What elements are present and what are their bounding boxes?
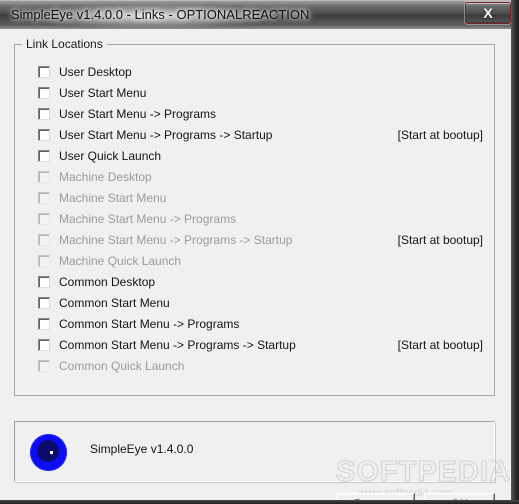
link-location-label: Common Start Menu xyxy=(59,296,170,310)
groupbox-legend: Link Locations xyxy=(22,37,107,51)
link-location-row: Common Quick Launch xyxy=(14,356,495,377)
checkbox xyxy=(38,234,50,246)
close-button[interactable]: X xyxy=(465,2,511,24)
link-location-row[interactable]: User Quick Launch xyxy=(14,146,495,167)
close-icon: X xyxy=(483,5,493,21)
link-locations-list: User Desktop User Start Menu User Start Me… xyxy=(14,62,495,377)
checkbox xyxy=(38,171,50,183)
checkbox xyxy=(38,255,50,267)
link-location-row[interactable]: Common Desktop xyxy=(14,272,495,293)
link-location-label: User Start Menu xyxy=(59,86,147,100)
link-location-row[interactable]: Common Start Menu -> Programs xyxy=(14,314,495,335)
window-frame-right xyxy=(511,0,519,504)
title-bar: SimpleEye v1.4.0.0 - Links - OPTIONALREA… xyxy=(0,0,519,29)
application-window: SimpleEye v1.4.0.0 - Links - OPTIONALREA… xyxy=(0,0,519,504)
link-location-label: Machine Start Menu -> Programs -> Startu… xyxy=(59,233,293,247)
checkbox[interactable] xyxy=(38,276,50,288)
window-title: SimpleEye v1.4.0.0 - Links - OPTIONALREA… xyxy=(11,7,310,22)
link-location-row[interactable]: User Desktop xyxy=(14,62,495,83)
start-at-bootup-label: [Start at bootup] xyxy=(397,128,483,142)
checkbox[interactable] xyxy=(38,318,50,330)
client-area: Link Locations User Desktop User Start Me… xyxy=(0,29,512,504)
eye-glint xyxy=(50,451,53,454)
link-location-row: Machine Start Menu xyxy=(14,188,495,209)
checkbox xyxy=(38,360,50,372)
link-location-label: Machine Quick Launch xyxy=(59,254,182,268)
link-location-row[interactable]: User Start Menu -> Programs xyxy=(14,104,495,125)
blue-eye-icon xyxy=(30,434,67,471)
link-location-label: User Desktop xyxy=(59,65,132,79)
link-location-row: Machine Start Menu -> Programs -> Startu… xyxy=(14,230,495,251)
checkbox[interactable] xyxy=(38,339,50,351)
link-location-label: Common Start Menu -> Programs xyxy=(59,317,240,331)
link-location-label: User Start Menu -> Programs -> Startup xyxy=(59,128,273,142)
checkbox[interactable] xyxy=(38,150,50,162)
link-location-row[interactable]: User Start Menu xyxy=(14,83,495,104)
link-location-label: User Quick Launch xyxy=(59,149,162,163)
link-location-row: Machine Quick Launch xyxy=(14,251,495,272)
link-location-label: Machine Start Menu -> Programs xyxy=(59,212,237,226)
start-at-bootup-label: [Start at bootup] xyxy=(397,233,483,247)
link-location-label: Machine Desktop xyxy=(59,170,152,184)
link-location-row[interactable]: User Start Menu -> Programs -> Startup [S… xyxy=(14,125,495,146)
checkbox[interactable] xyxy=(38,297,50,309)
link-location-row: Machine Start Menu -> Programs xyxy=(14,209,495,230)
checkbox[interactable] xyxy=(38,108,50,120)
checkbox[interactable] xyxy=(38,87,50,99)
link-location-row[interactable]: Common Start Menu -> Programs -> Startup… xyxy=(14,335,495,356)
link-location-label: Common Desktop xyxy=(59,275,156,289)
product-version-label: SimpleEye v1.4.0.0 xyxy=(90,442,194,456)
link-location-label: User Start Menu -> Programs xyxy=(59,107,217,121)
link-location-label: Common Quick Launch xyxy=(59,359,185,373)
eye-pupil xyxy=(37,440,59,462)
checkbox xyxy=(38,213,50,225)
link-location-row[interactable]: Common Start Menu xyxy=(14,293,495,314)
checkbox[interactable] xyxy=(38,129,50,141)
link-location-row: Machine Desktop xyxy=(14,167,495,188)
checkbox xyxy=(38,192,50,204)
start-at-bootup-label: [Start at bootup] xyxy=(397,338,483,352)
link-location-label: Machine Start Menu xyxy=(59,191,167,205)
window-frame-bottom xyxy=(0,500,519,504)
link-location-label: Common Start Menu -> Programs -> Startup xyxy=(59,338,296,352)
about-panel: SimpleEye v1.4.0.0 xyxy=(14,421,495,482)
checkbox[interactable] xyxy=(38,66,50,78)
